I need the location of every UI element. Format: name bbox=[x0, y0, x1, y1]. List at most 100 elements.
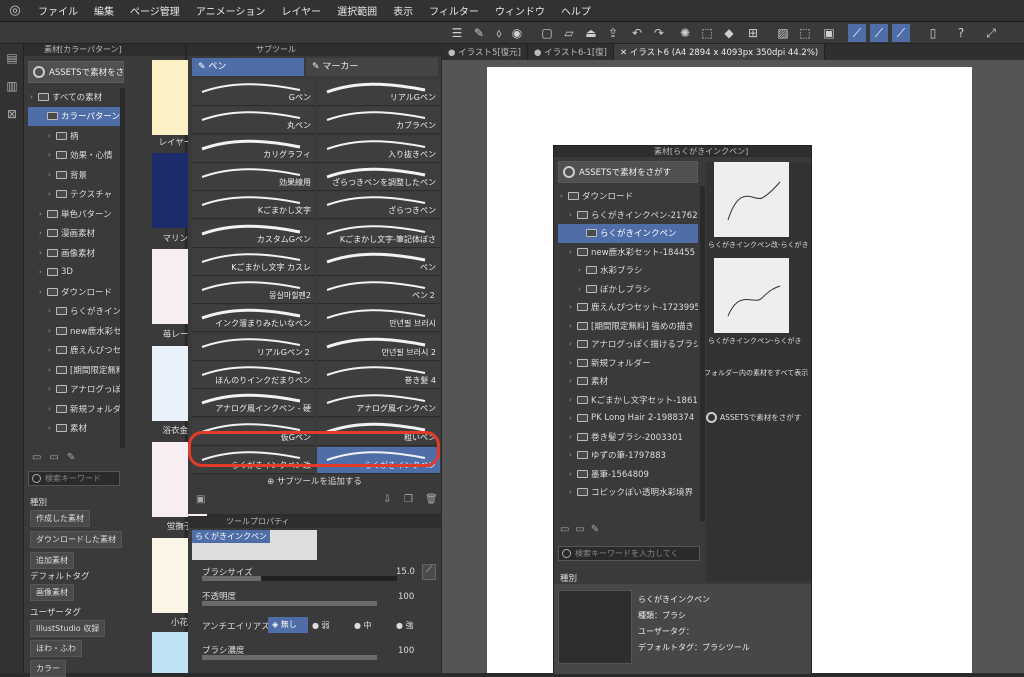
clip-assets-icon[interactable]: ⬨ bbox=[490, 24, 508, 42]
show-all-link[interactable]: フォルダー内の素材をすべて表示 bbox=[704, 368, 812, 378]
brush-size-slider[interactable] bbox=[202, 576, 397, 581]
duplicate-icon[interactable]: ❐ bbox=[404, 494, 413, 505]
brush-item[interactable]: インク溜まりみたいなペン bbox=[192, 305, 315, 333]
menu-item-1[interactable]: 編集 bbox=[86, 3, 122, 18]
folder-add-icon[interactable]: ▭ bbox=[560, 524, 569, 538]
tree-item[interactable]: › 3D bbox=[28, 263, 120, 283]
kind-added-button[interactable]: 追加素材 bbox=[30, 552, 74, 569]
chevron-right-icon[interactable]: › bbox=[48, 366, 56, 374]
tree-item[interactable]: › らくがきインクペン-21762 bbox=[558, 206, 698, 225]
tree-item[interactable]: › 漫画素材 bbox=[28, 224, 120, 244]
loading-icon[interactable]: ✺ bbox=[676, 24, 694, 42]
brush-item[interactable]: ざらつきペンを調整したペン bbox=[317, 163, 440, 191]
fullscreen-icon[interactable]: ⤢ bbox=[982, 24, 1000, 42]
export-icon[interactable]: ⇪ bbox=[604, 24, 622, 42]
chevron-right-icon[interactable]: › bbox=[569, 322, 577, 330]
clear-icon[interactable]: ▨ bbox=[774, 24, 792, 42]
menu-item-5[interactable]: 選択範囲 bbox=[329, 3, 385, 18]
preview-rakugaki-kai[interactable] bbox=[714, 162, 789, 237]
brush-item[interactable]: アナログ風インクペン - 硬 bbox=[192, 390, 315, 418]
ruler-snap-icon[interactable]: ⟋ bbox=[848, 24, 866, 42]
tree-item[interactable]: › [期間限定無料] 強めの描き bbox=[558, 317, 698, 336]
new-file-icon[interactable]: ▢ bbox=[538, 24, 556, 42]
tree-item[interactable]: › 素材 bbox=[558, 372, 698, 391]
tree-item[interactable]: › 柄 bbox=[28, 126, 120, 146]
layer-panel-icon[interactable]: ▤ bbox=[0, 44, 24, 72]
tree-item[interactable]: › 新規フォルダー bbox=[558, 354, 698, 373]
user-tag-fuwa-button[interactable]: ほわ・ふわ bbox=[30, 640, 82, 657]
new-canvas-icon[interactable]: ✎ bbox=[470, 24, 488, 42]
tree-item[interactable]: › new鹿水彩セ bbox=[28, 321, 120, 341]
mask-icon[interactable]: ▣ bbox=[820, 24, 838, 42]
material-panel-icon[interactable]: ⊠ bbox=[0, 100, 24, 128]
brush-item[interactable]: Kごまかし文字 bbox=[192, 192, 315, 220]
chevron-right-icon[interactable]: › bbox=[569, 211, 577, 219]
sub-tool-settings-icon[interactable]: ▣ bbox=[196, 494, 205, 505]
brush-item[interactable]: 만년필 브러시 bbox=[317, 305, 440, 333]
edit-icon[interactable]: ✎ bbox=[67, 452, 75, 463]
menu-item-4[interactable]: レイヤー bbox=[273, 3, 329, 18]
add-sub-tool-button[interactable]: ⊕ サブツールを追加する bbox=[188, 474, 441, 490]
user-tag-illuststudio-button[interactable]: IllustStudio 収録 bbox=[30, 620, 106, 637]
density-slider[interactable] bbox=[202, 655, 377, 660]
tree-item[interactable]: › 巻き髪ブラシ-2003301 bbox=[558, 428, 698, 447]
menu-item-9[interactable]: ヘルプ bbox=[553, 3, 599, 18]
chevron-right-icon[interactable]: › bbox=[48, 405, 56, 413]
menu-item-7[interactable]: フィルター bbox=[421, 3, 487, 18]
tree-item[interactable]: › 墨筆-1564809 bbox=[558, 465, 698, 484]
menu-item-0[interactable]: ファイル bbox=[30, 3, 86, 18]
brush-item[interactable]: アナログ風インクペン bbox=[317, 390, 440, 418]
menu-item-6[interactable]: 表示 bbox=[385, 3, 421, 18]
assets-search-button[interactable]: ASSETSで素材をさがす bbox=[28, 61, 124, 83]
chevron-right-icon[interactable]: › bbox=[578, 285, 586, 293]
user-tag-color-button[interactable]: カラー bbox=[30, 660, 66, 677]
antialias-strong-option[interactable]: ● 強 bbox=[396, 620, 414, 631]
tree-item[interactable]: › 新規フォルダー bbox=[28, 399, 120, 419]
brush-item[interactable]: リアルGペン bbox=[317, 79, 440, 106]
assets-icon[interactable]: ◉ bbox=[508, 24, 526, 42]
chevron-right-icon[interactable]: › bbox=[39, 268, 47, 276]
chevron-right-icon[interactable]: › bbox=[569, 451, 577, 459]
tree-item[interactable]: らくがきインクペン bbox=[558, 224, 698, 243]
brush-item[interactable]: ペン２ bbox=[317, 277, 440, 305]
antialias-mid-option[interactable]: ● 中 bbox=[354, 620, 372, 631]
grid-icon[interactable]: ⊞ bbox=[744, 24, 762, 42]
brush-item[interactable]: カスタムGペン bbox=[192, 220, 315, 248]
chevron-right-icon[interactable]: › bbox=[39, 288, 47, 296]
chevron-right-icon[interactable]: › bbox=[569, 414, 577, 422]
folder-icon[interactable]: ▭ bbox=[49, 452, 58, 463]
kind-created-button[interactable]: 作成した素材 bbox=[30, 510, 90, 527]
chevron-right-icon[interactable]: › bbox=[569, 248, 577, 256]
chevron-right-icon[interactable]: › bbox=[560, 192, 568, 200]
brush-item[interactable]: カブラペン bbox=[317, 107, 440, 135]
tab-pen[interactable]: ✎ ペン bbox=[192, 58, 304, 76]
chevron-right-icon[interactable]: › bbox=[569, 396, 577, 404]
navigator-icon[interactable]: ▥ bbox=[0, 72, 24, 100]
brush-item[interactable]: カリグラフィ bbox=[192, 135, 315, 163]
chevron-right-icon[interactable]: › bbox=[569, 377, 577, 385]
brush-item[interactable]: Kごまかし文字-筆記体ぼさ bbox=[317, 220, 440, 248]
app-logo-icon[interactable]: ◎ bbox=[0, 3, 30, 18]
tree-item[interactable]: › 背景 bbox=[28, 165, 120, 185]
undo-icon[interactable]: ↶ bbox=[628, 24, 646, 42]
chevron-right-icon[interactable]: › bbox=[48, 132, 56, 140]
tree-item[interactable]: › 単色パターン bbox=[28, 204, 120, 224]
menu-icon[interactable]: ☰ bbox=[448, 24, 466, 42]
brush-item[interactable]: ざらつきペン bbox=[317, 192, 440, 220]
tree-item[interactable]: › アナログっぽ bbox=[28, 380, 120, 400]
chevron-right-icon[interactable]: › bbox=[48, 190, 56, 198]
tree-item[interactable]: カラーパターン bbox=[28, 106, 120, 126]
tree-item[interactable]: › ダウンロード bbox=[28, 282, 120, 302]
folder-icon[interactable]: ▭ bbox=[575, 524, 584, 538]
grid-snap-icon[interactable]: ⟋ bbox=[892, 24, 910, 42]
chevron-right-icon[interactable]: › bbox=[569, 433, 577, 441]
brush-item[interactable]: ほんのりインクだまりペン bbox=[192, 362, 315, 389]
tree-item[interactable]: › 水彩ブラシ bbox=[558, 261, 698, 280]
chevron-right-icon[interactable]: › bbox=[578, 266, 586, 274]
brush-item[interactable]: 丸ペン bbox=[192, 107, 315, 135]
antialias-none-option[interactable]: ◈ 無し bbox=[268, 617, 308, 633]
tree-item[interactable]: › 鹿えんぴつセット-1723995 bbox=[558, 298, 698, 317]
tree-item[interactable]: › [期間限定無料 bbox=[28, 360, 120, 380]
menu-item-3[interactable]: アニメーション bbox=[188, 3, 274, 18]
tree-item[interactable]: › new鹿水彩セット-184455 bbox=[558, 243, 698, 262]
